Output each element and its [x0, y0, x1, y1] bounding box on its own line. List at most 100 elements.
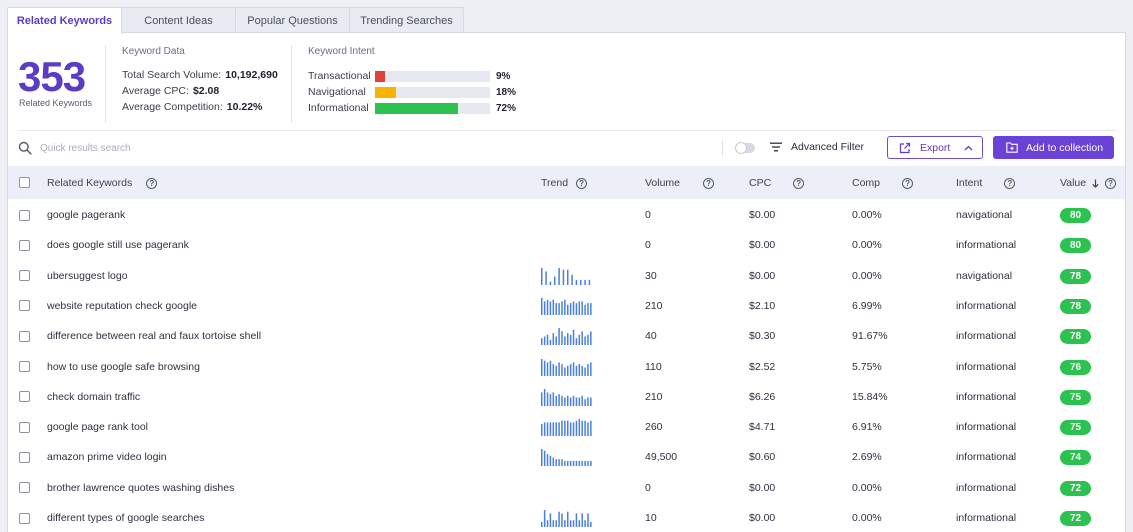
quick-results-search-input[interactable]	[40, 139, 340, 157]
cpc-cell: $0.00	[749, 239, 776, 252]
row-checkbox[interactable]	[19, 209, 30, 221]
trend-bar	[578, 301, 581, 315]
column-header-keyword[interactable]: Related Keywords ?	[47, 177, 158, 189]
help-icon[interactable]: ?	[1105, 177, 1117, 189]
trend-bar	[561, 459, 563, 467]
add-to-collection-button[interactable]: Add to collection	[993, 136, 1114, 159]
volume-cell: 49,500	[645, 451, 678, 464]
help-icon[interactable]: ?	[703, 177, 715, 189]
trend-bar	[567, 420, 569, 437]
trend-bar	[584, 461, 586, 467]
trend-bar	[572, 520, 575, 527]
trend-bar	[546, 361, 549, 376]
keyword-cell[interactable]: website reputation check google	[47, 300, 197, 312]
keyword-cell[interactable]: does google still use pagerank	[47, 239, 189, 251]
tab-trending-searches[interactable]: Trending Searches	[349, 7, 464, 33]
help-icon[interactable]: ?	[902, 177, 914, 189]
help-icon[interactable]: ?	[576, 177, 588, 189]
keyword-cell[interactable]: different types of google searches	[47, 512, 204, 524]
tab-popular-questions[interactable]: Popular Questions	[235, 7, 350, 33]
keyword-cell[interactable]: how to use google safe browsing	[47, 361, 200, 373]
value-badge: 78	[1060, 298, 1091, 314]
table-row[interactable]: different types of google searches 10 $0.0…	[8, 503, 1125, 532]
column-header-volume[interactable]: Volume ?	[645, 177, 715, 189]
intent-cell: informational	[956, 512, 1017, 524]
column-header-keyword-label: Related Keywords	[47, 177, 133, 189]
trend-bar	[546, 422, 549, 437]
table-row[interactable]: how to use google safe browsing 110 $2.52 5…	[8, 352, 1125, 382]
trend-bar	[564, 397, 566, 406]
trend-bar	[541, 297, 543, 315]
row-checkbox[interactable]	[19, 361, 30, 372]
table-row[interactable]: ubersuggest logo 30 $0.00 0.00% navigational…	[8, 261, 1125, 291]
row-checkbox[interactable]	[19, 270, 30, 282]
table-row[interactable]: brother lawrence quotes washing dishes 0 $…	[8, 473, 1125, 503]
row-checkbox[interactable]	[19, 451, 30, 463]
keyword-cell[interactable]: brother lawrence quotes washing dishes	[47, 482, 234, 494]
cpc-cell: $0.60	[749, 451, 776, 464]
intent-bar-track	[375, 102, 490, 114]
table-row[interactable]: google pagerank 0 $0.00 0.00% navigational 80	[8, 200, 1125, 230]
trend-bar	[541, 338, 543, 346]
trend-bar	[549, 360, 552, 376]
cpc-cell: $2.52	[749, 360, 776, 373]
row-checkbox[interactable]	[19, 482, 30, 494]
table-row[interactable]: difference between real and faux tortois…	[8, 321, 1125, 351]
volume-cell: 210	[645, 299, 663, 312]
cpc-cell: $0.00	[749, 512, 776, 524]
tab-related-keywords[interactable]: Related Keywords	[7, 7, 122, 34]
intent-row-informational: Informational 72%	[308, 101, 516, 115]
trend-bar	[572, 395, 575, 406]
trend-bar	[564, 336, 566, 346]
trend-bar	[567, 395, 569, 406]
row-checkbox[interactable]	[19, 391, 30, 403]
keyword-intent-title: Keyword Intent	[308, 46, 375, 57]
column-header-cpc-label: CPC	[749, 177, 772, 189]
trend-bar	[549, 340, 552, 346]
keyword-cell[interactable]: check domain traffic	[47, 391, 140, 403]
keyword-cell[interactable]: ubersuggest logo	[47, 270, 128, 282]
table-row[interactable]: amazon prime video login 49,500 $0.60 2.69%…	[8, 442, 1125, 472]
row-checkbox[interactable]	[19, 512, 30, 524]
select-all-checkbox[interactable]	[19, 177, 30, 188]
trend-bar	[580, 279, 582, 285]
table-row[interactable]: google page rank tool 260 $4.71 6.91% inform…	[8, 412, 1125, 442]
trend-bar	[543, 360, 546, 376]
row-checkbox[interactable]	[19, 239, 30, 251]
sort-descending-icon[interactable]	[1092, 179, 1099, 188]
table-row[interactable]: website reputation check google 210 $2.10 6…	[8, 291, 1125, 321]
table-row[interactable]: check domain traffic 210 $6.26 15.84% inform…	[8, 382, 1125, 412]
cpc-cell: $0.00	[749, 269, 776, 282]
column-header-trend[interactable]: Trend ?	[541, 177, 588, 189]
column-header-cpc[interactable]: CPC ?	[749, 177, 805, 189]
trend-bar	[541, 521, 543, 527]
trend-bar	[543, 422, 546, 437]
value-badge: 74	[1060, 450, 1091, 466]
row-checkbox[interactable]	[19, 421, 30, 433]
advanced-filter-button[interactable]: Advanced Filter	[791, 141, 864, 153]
column-header-value[interactable]: Value ?	[1060, 177, 1117, 189]
trend-bar	[581, 461, 583, 467]
trend-bar	[543, 451, 546, 467]
advanced-filter-toggle[interactable]	[735, 142, 755, 154]
trend-bar	[564, 420, 566, 437]
keyword-cell[interactable]: amazon prime video login	[47, 451, 167, 463]
row-checkbox[interactable]	[19, 300, 30, 312]
trend-bar	[569, 334, 572, 346]
column-header-comp[interactable]: Comp ?	[852, 177, 914, 189]
keyword-cell[interactable]: google pagerank	[47, 209, 125, 221]
trend-bar	[587, 334, 589, 346]
trend-bar	[549, 456, 552, 467]
help-icon[interactable]: ?	[146, 177, 158, 189]
filter-icon[interactable]	[770, 142, 782, 152]
keyword-cell[interactable]: difference between real and faux tortois…	[47, 330, 261, 342]
export-button[interactable]: Export	[887, 136, 983, 159]
trend-bar	[569, 422, 572, 437]
table-row[interactable]: does google still use pagerank 0 $0.00 0.00…	[8, 230, 1125, 260]
keyword-cell[interactable]: google page rank tool	[47, 421, 148, 433]
help-icon[interactable]: ?	[793, 177, 805, 189]
row-checkbox[interactable]	[19, 330, 30, 342]
help-icon[interactable]: ?	[1004, 177, 1016, 189]
column-header-intent[interactable]: Intent ?	[956, 177, 1016, 189]
tab-content-ideas[interactable]: Content Ideas	[121, 7, 236, 33]
